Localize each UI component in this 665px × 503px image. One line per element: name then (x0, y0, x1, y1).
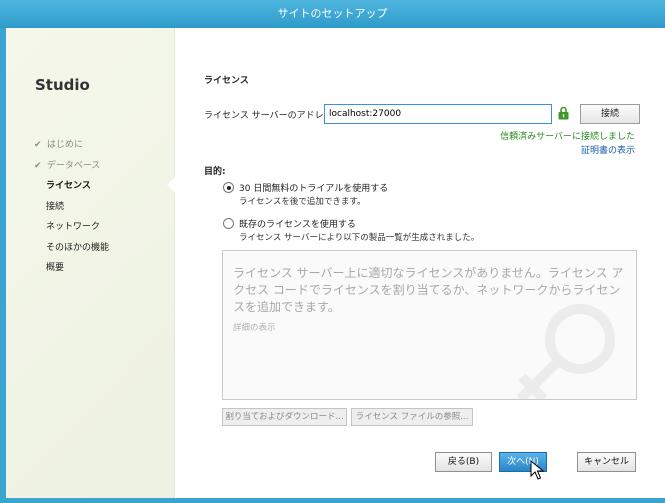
trial-radio[interactable] (223, 182, 234, 193)
back-button[interactable]: 戻る(B) (435, 452, 492, 472)
assign-download-button[interactable]: 割り当ておよびダウンロード... (222, 408, 347, 426)
step-features: そのほかの機能 (46, 242, 110, 253)
step-connection: 接続 (46, 201, 65, 212)
step-intro: ✔ はじめに (34, 140, 83, 150)
trial-option-desc: ライセンスを後で追加できます。 (239, 197, 366, 207)
setup-window: Studio ✔ はじめに ✔ データベース ライセンス 接続 ネットワーク そ… (6, 28, 665, 498)
step-license: ライセンス (46, 181, 91, 191)
cancel-button[interactable]: キャンセル (577, 452, 636, 472)
lock-icon (558, 106, 569, 120)
no-license-message: ライセンス サーバー上に適切なライセンスがありません。ライセンス アクセス コー… (233, 266, 624, 314)
purpose-label: 目的: (204, 167, 226, 177)
step-summary: 概要 (46, 263, 65, 273)
license-list-box: ライセンス サーバー上に適切なライセンスがありません。ライセンス アクセス コー… (222, 250, 637, 400)
connect-button[interactable]: 接続 (580, 104, 640, 124)
step-database: ✔ データベース (34, 160, 101, 171)
step-list: ✔ はじめに ✔ データベース ライセンス 接続 ネットワーク そのほかの機能 … (34, 138, 109, 282)
existing-license-radio[interactable] (223, 218, 234, 229)
step-network: ネットワーク (46, 222, 101, 232)
check-icon: ✔ (34, 160, 42, 171)
show-details-link[interactable]: 詳細の表示 (233, 321, 276, 333)
license-page: ライセンス ライセンス サーバーのアドレス: 接続 信頼済みサーバーに接続しまし… (175, 28, 665, 498)
trial-option-label[interactable]: 30 日間無料のトライアルを使用する (239, 181, 388, 194)
check-icon: ✔ (34, 140, 42, 150)
window-title: サイトのセットアップ (0, 0, 665, 28)
existing-license-desc: ライセンス サーバーにより以下の製品一覧が生成されました。 (239, 233, 480, 243)
page-heading: ライセンス (204, 76, 249, 86)
server-address-input[interactable] (324, 104, 552, 124)
view-certificate-link[interactable]: 証明書の表示 (581, 143, 635, 156)
cursor-icon (530, 460, 544, 480)
existing-license-label[interactable]: 既存のライセンスを使用する (239, 217, 356, 230)
product-name: Studio (35, 76, 90, 94)
server-address-label: ライセンス サーバーのアドレス: (204, 111, 336, 121)
sidebar: Studio ✔ はじめに ✔ データベース ライセンス 接続 ネットワーク そ… (6, 28, 175, 498)
connection-status: 信頼済みサーバーに接続しました (500, 132, 635, 142)
active-step-pointer (167, 177, 175, 193)
browse-license-file-button[interactable]: ライセンス ファイルの参照... (351, 408, 473, 426)
